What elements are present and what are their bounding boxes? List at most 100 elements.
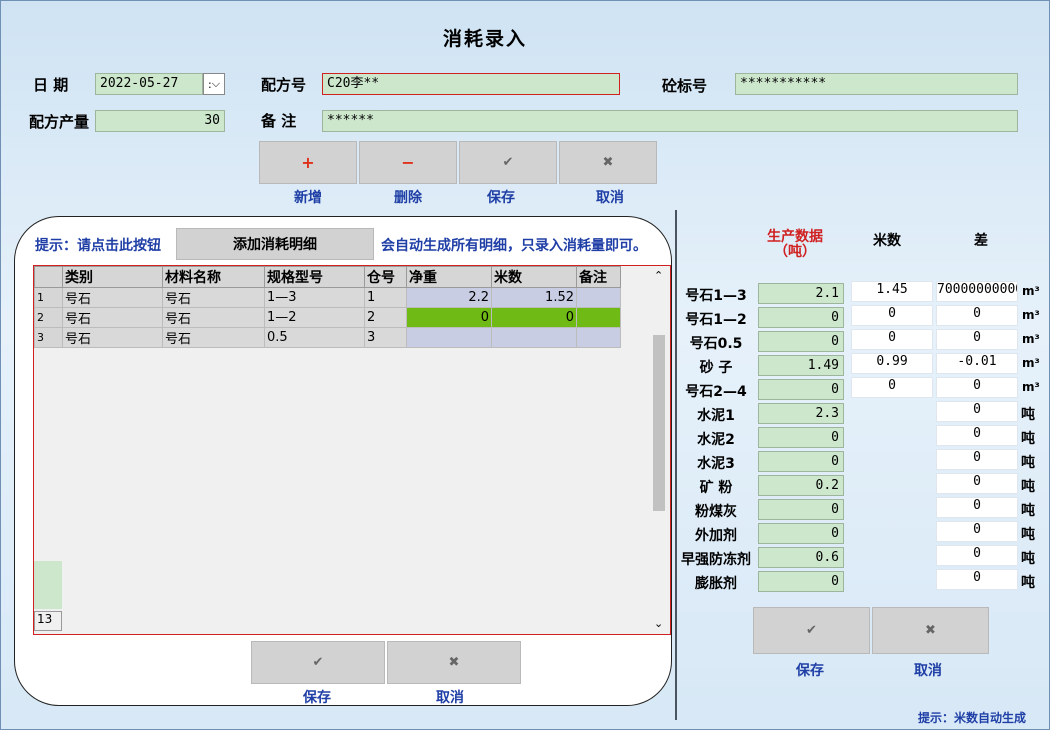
cell-meters[interactable]: 0: [491, 307, 577, 328]
col-header-material[interactable]: 材料名称: [162, 266, 265, 288]
production-cancel-label[interactable]: 取消: [878, 660, 978, 680]
cell-material[interactable]: 号石: [162, 327, 265, 348]
cell-remark[interactable]: [576, 287, 621, 308]
cell-net-weight[interactable]: 0: [406, 307, 492, 328]
production-save-button[interactable]: ✔: [753, 607, 870, 654]
cell-bin[interactable]: 1: [364, 287, 407, 308]
concrete-grade-field[interactable]: ***********: [735, 73, 1018, 95]
plus-icon: +: [301, 153, 315, 172]
check-icon: ✔: [806, 623, 817, 638]
output-field[interactable]: 30: [95, 110, 225, 132]
production-value-field[interactable]: 2.3: [758, 403, 844, 424]
cell-meters[interactable]: [491, 327, 577, 348]
row-number[interactable]: 1: [34, 287, 63, 308]
date-picker-button[interactable]: : ⌵: [203, 73, 225, 95]
formula-field[interactable]: C20李**: [322, 73, 620, 95]
cell-remark[interactable]: [576, 307, 621, 328]
cell-material[interactable]: 号石: [162, 307, 265, 328]
cell-material[interactable]: 号石: [162, 287, 265, 308]
diff-value: 0: [936, 329, 1018, 350]
production-value-field[interactable]: 0: [758, 427, 844, 448]
cell-spec[interactable]: 0.5: [264, 327, 365, 348]
delete-button-label[interactable]: 删除: [359, 187, 457, 207]
production-value-field[interactable]: 0: [758, 451, 844, 472]
cell-net-weight[interactable]: [406, 327, 492, 348]
minus-icon: −: [401, 153, 415, 172]
cell-remark[interactable]: [576, 327, 621, 348]
add-button-label[interactable]: 新增: [259, 187, 357, 207]
production-data-unit: （吨）: [774, 244, 816, 260]
cell-meters[interactable]: 1.52: [491, 287, 577, 308]
col-header-net-weight[interactable]: 净重: [406, 266, 492, 288]
production-value-field[interactable]: 1.49: [758, 355, 844, 376]
material-label: 号石1—3: [685, 288, 747, 304]
add-detail-button[interactable]: 添加消耗明细: [176, 228, 374, 260]
save-button[interactable]: ✔: [459, 141, 557, 184]
date-field[interactable]: 2022-05-27: [95, 73, 203, 95]
row-number[interactable]: 2: [34, 307, 63, 328]
row-number[interactable]: 3: [34, 327, 63, 348]
cell-category[interactable]: 号石: [62, 307, 163, 328]
material-label: 号石0.5: [689, 336, 743, 352]
unit-label: m³: [1022, 308, 1040, 322]
material-label: 外加剂: [695, 528, 737, 544]
production-value-field[interactable]: 0.6: [758, 547, 844, 568]
diff-value: 0: [936, 449, 1018, 470]
col-header-category[interactable]: 类别: [62, 266, 163, 288]
col-header-bin[interactable]: 仓号: [364, 266, 407, 288]
meters-value: 0: [851, 377, 933, 398]
cell-category[interactable]: 号石: [62, 327, 163, 348]
table-row-selected[interactable]: 2 号石 号石 1—2 2 0 0: [34, 307, 621, 328]
cell-spec[interactable]: 1—2: [264, 307, 365, 328]
add-button[interactable]: +: [259, 141, 357, 184]
diff-value: 0: [936, 401, 1018, 422]
unit-label: 吨: [1021, 431, 1035, 447]
unit-label: 吨: [1021, 575, 1035, 591]
col-header-remark[interactable]: 备注: [576, 266, 621, 288]
meters-value: 0: [851, 305, 933, 326]
remark-field[interactable]: ******: [322, 110, 1018, 132]
cancel-button[interactable]: ✖: [559, 141, 657, 184]
detail-cancel-button[interactable]: ✖: [387, 641, 521, 684]
grid-corner: [34, 266, 63, 288]
concrete-grade-label: 砼标号: [662, 77, 708, 95]
material-label: 矿 粉: [699, 480, 733, 496]
col-header-meters[interactable]: 米数: [491, 266, 577, 288]
production-value-field[interactable]: 0.2: [758, 475, 844, 496]
hint-right: 会自动生成所有明细，只录入消耗量即可。: [381, 238, 647, 254]
cell-net-weight[interactable]: 2.2: [406, 287, 492, 308]
production-value-field[interactable]: 0: [758, 379, 844, 400]
production-value-field[interactable]: 0: [758, 331, 844, 352]
production-save-label[interactable]: 保存: [760, 660, 860, 680]
cell-category[interactable]: 号石: [62, 287, 163, 308]
cell-bin[interactable]: 3: [364, 327, 407, 348]
detail-cancel-label[interactable]: 取消: [400, 687, 500, 707]
production-cancel-button[interactable]: ✖: [872, 607, 989, 654]
scroll-up-icon[interactable]: ⌃: [654, 269, 663, 282]
production-value-field[interactable]: 0: [758, 307, 844, 328]
detail-save-button[interactable]: ✔: [251, 641, 385, 684]
check-icon: ✔: [502, 155, 514, 170]
grid-scrollbar[interactable]: ⌃ ⌄: [651, 267, 667, 633]
material-label: 水泥3: [697, 456, 735, 472]
production-value-field[interactable]: 2.1: [758, 283, 844, 304]
scroll-thumb[interactable]: [653, 335, 665, 511]
table-row[interactable]: 1 号石 号石 1—3 1 2.2 1.52: [34, 287, 621, 308]
cancel-button-label[interactable]: 取消: [561, 187, 659, 207]
production-value-field[interactable]: 0: [758, 571, 844, 592]
delete-button[interactable]: −: [359, 141, 457, 184]
col-header-spec[interactable]: 规格型号: [264, 266, 365, 288]
production-value-field[interactable]: 0: [758, 523, 844, 544]
x-icon: ✖: [602, 155, 614, 170]
production-data-header: 生产数据 （吨）: [752, 230, 838, 260]
cell-spec[interactable]: 1—3: [264, 287, 365, 308]
x-icon: ✖: [448, 655, 460, 670]
scroll-down-icon[interactable]: ⌄: [654, 617, 663, 630]
production-value-field[interactable]: 0: [758, 499, 844, 520]
meters-value: 0.99: [851, 353, 933, 374]
table-row[interactable]: 3 号石 号石 0.5 3: [34, 327, 621, 348]
save-button-label[interactable]: 保存: [452, 187, 550, 207]
detail-save-label[interactable]: 保存: [267, 687, 367, 707]
diff-value: 0: [936, 545, 1018, 566]
cell-bin[interactable]: 2: [364, 307, 407, 328]
